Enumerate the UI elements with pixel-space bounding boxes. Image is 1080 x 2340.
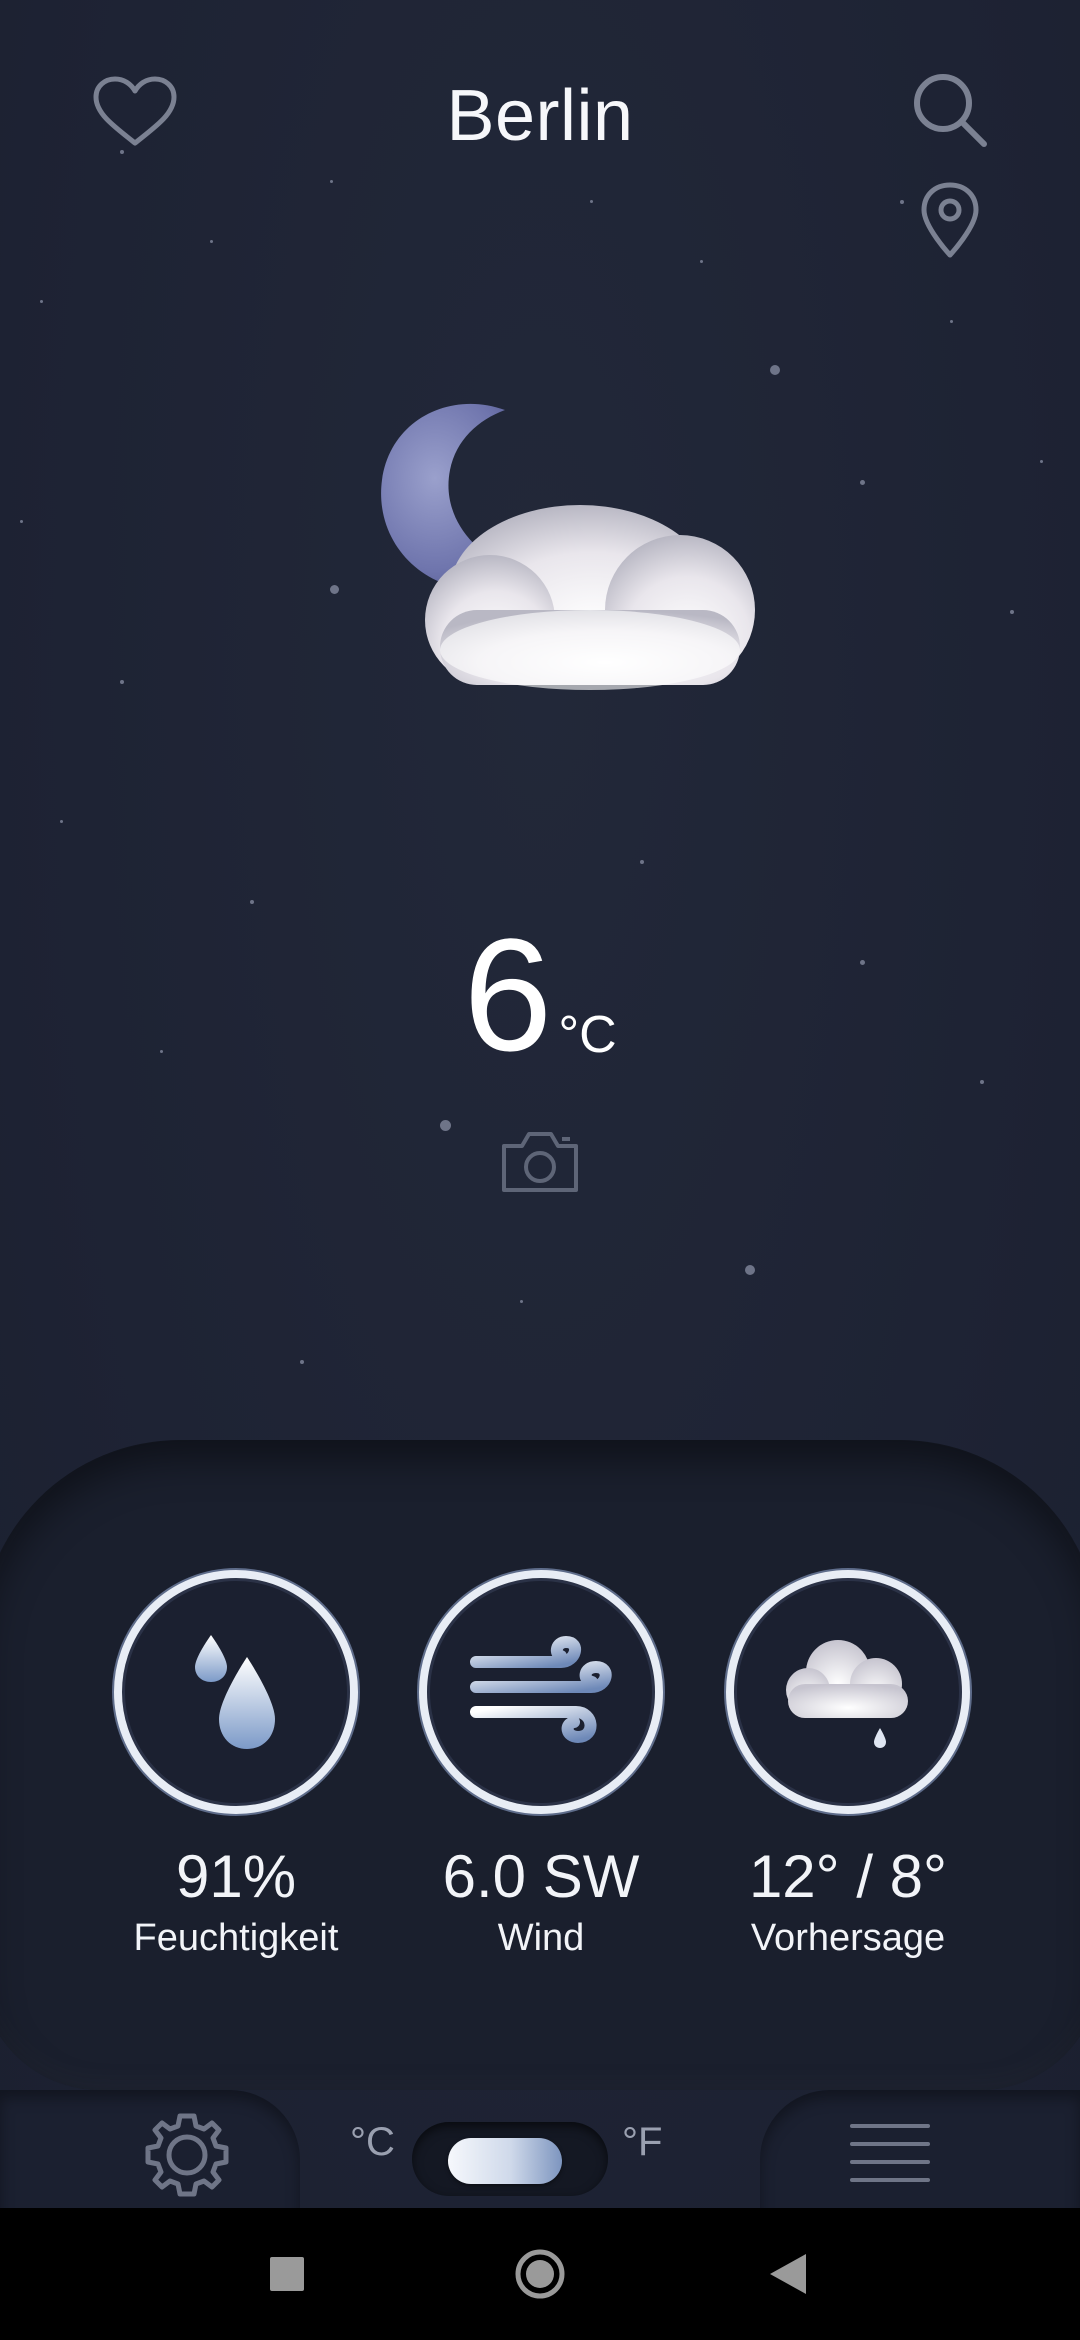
temperature-value: 6 [463,905,553,1084]
top-bar: Berlin [0,0,1080,280]
bottom-bar: °C °F [0,2070,1080,2208]
weather-app: Berlin 6 °C 91% Feuchtigkeit 6.0 SW Wind… [0,0,1080,2208]
forecast-value: 12° / 8° [748,1843,948,1910]
wind-icon [470,1635,612,1744]
recents-square-icon[interactable] [270,2257,304,2291]
camera-button[interactable] [498,1128,582,1201]
forecast-label: Vorhersage [750,1917,946,1959]
wind-label: Wind [497,1917,585,1959]
back-triangle-icon[interactable] [770,2254,806,2294]
settings-tab[interactable] [0,2090,300,2208]
hamburger-menu-icon [850,2124,930,2182]
water-drops-icon [195,1635,275,1749]
cloud-drizzle-icon [786,1640,908,1748]
wind-ring [419,1570,663,1814]
humidity-stat[interactable]: 91% Feuchtigkeit [76,1570,396,1960]
unit-toggle[interactable] [412,2122,608,2196]
menu-tab[interactable] [760,2090,1080,2208]
search-button[interactable] [905,70,995,150]
forecast-ring [726,1570,970,1814]
stats-row: 91% Feuchtigkeit 6.0 SW Wind 12° / 8° Vo… [0,1570,1080,1990]
system-navigation-bar [0,2208,1080,2340]
temperature-unit: °C [558,1006,617,1064]
weather-condition-illustration [300,380,840,740]
forecast-stat[interactable]: 12° / 8° Vorhersage [688,1570,1008,1960]
humidity-value: 91% [175,1843,297,1910]
location-pin-icon [921,182,979,258]
gear-icon [145,2113,229,2197]
camera-icon [502,1132,578,1192]
home-circle-icon[interactable] [514,2248,566,2300]
wind-value: 6.0 SW [442,1843,640,1910]
humidity-label: Feuchtigkeit [133,1917,339,1959]
unit-toggle-knob[interactable] [448,2138,562,2184]
location-button[interactable] [910,180,990,260]
humidity-ring [114,1570,358,1814]
search-icon [914,74,987,147]
celsius-label[interactable]: °C [350,2120,395,2165]
current-temperature: 6 °C [0,915,1080,1075]
moon-cloud-icon [381,403,755,690]
wind-stat[interactable]: 6.0 SW Wind [381,1570,701,1960]
fahrenheit-label[interactable]: °F [622,2120,662,2165]
